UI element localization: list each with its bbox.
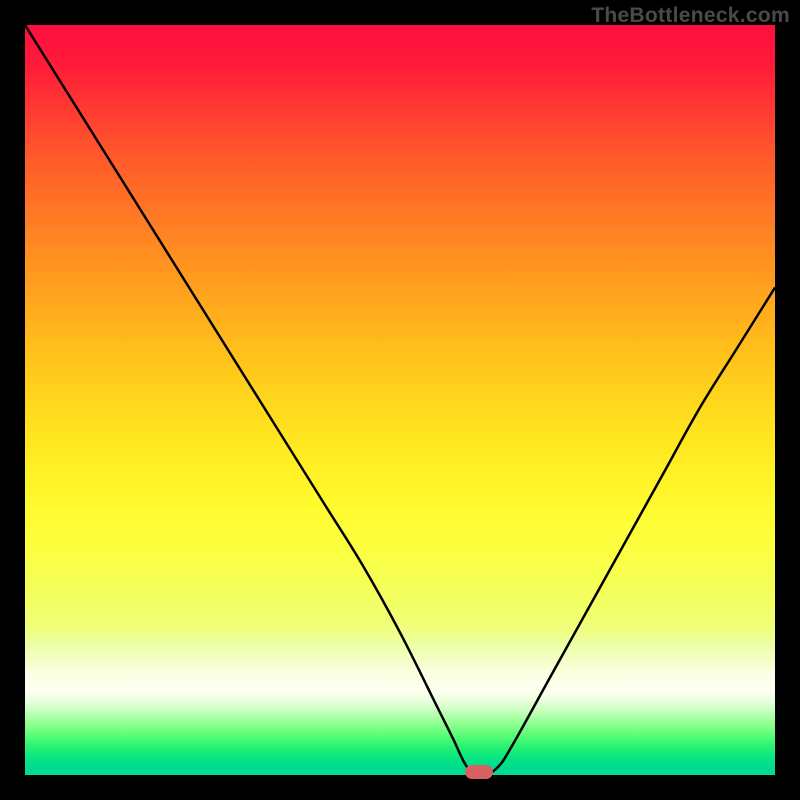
optimal-marker <box>465 765 493 779</box>
watermark-text: TheBottleneck.com <box>591 4 790 28</box>
plot-area <box>25 25 775 775</box>
curve-layer <box>25 25 775 775</box>
chart-container: TheBottleneck.com <box>0 0 800 800</box>
bottleneck-curve <box>25 25 775 775</box>
